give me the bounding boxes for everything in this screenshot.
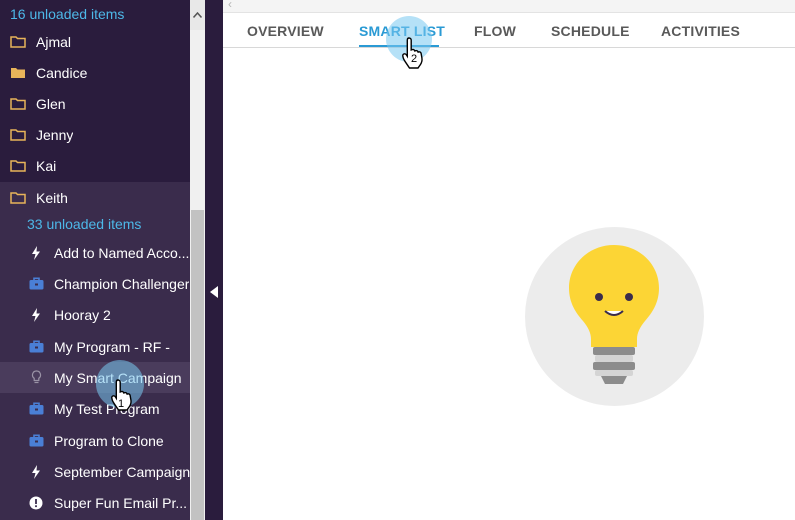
tab-activities[interactable]: ACTIVITIES	[661, 23, 740, 39]
folder-outline-icon	[8, 188, 28, 208]
folder-label: Kai	[36, 157, 57, 174]
tree-item[interactable]: September Campaign	[0, 456, 190, 487]
unloaded-items-label: 16 unloaded items	[10, 6, 125, 22]
briefcase-icon	[26, 399, 46, 419]
tab-schedule[interactable]: SCHEDULE	[551, 23, 630, 39]
folder-label: Glen	[36, 95, 66, 112]
cursor-step-number: 1	[118, 398, 125, 410]
bolt-icon	[26, 243, 46, 263]
folder-list: 16 unloaded items Ajmal Candice Glen Jen…	[0, 0, 190, 182]
briefcase-icon	[26, 337, 46, 357]
tree-item[interactable]: My Program - RF -	[0, 331, 190, 362]
tree-item-label: My Program - RF -	[54, 338, 170, 355]
folder-filled-icon	[8, 63, 28, 83]
alert-circle-icon	[26, 493, 46, 513]
caret-left-icon	[210, 286, 218, 298]
scroll-up-button[interactable]	[190, 0, 205, 30]
tree-item-label: Hooray 2	[54, 306, 111, 323]
folder-outline-icon	[8, 156, 28, 176]
tree-item-selected[interactable]: My Smart Campaign	[0, 362, 190, 393]
unloaded-items-label: 33 unloaded items	[27, 216, 142, 232]
folder-outline-icon	[8, 94, 28, 114]
bolt-icon	[26, 305, 46, 325]
top-strip: ‹	[223, 0, 795, 13]
folder-label: Ajmal	[36, 33, 72, 50]
tree-item[interactable]: My Test Program	[0, 393, 190, 424]
folder-jenny[interactable]: Jenny	[0, 119, 190, 150]
sidebar-tree: 16 unloaded items Ajmal Candice Glen Jen…	[0, 0, 190, 520]
tree-item-label: Program to Clone	[54, 432, 164, 449]
empty-state-illustration	[525, 227, 704, 406]
collapse-sidebar-button[interactable]	[207, 282, 221, 302]
tree-item[interactable]: Super Fun Email Pr...	[0, 487, 190, 518]
tree-item[interactable]: Hooray 2	[0, 299, 190, 330]
tree-item-label: Super Fun Email Pr...	[54, 494, 188, 511]
tree-item[interactable]: Add to Named Acco...	[0, 237, 190, 268]
folder-label: Keith	[36, 189, 68, 206]
tree-item-label: Champion Challenger	[54, 275, 190, 292]
tree-item-label: Add to Named Acco...	[54, 244, 190, 261]
folder-label: Jenny	[36, 126, 74, 143]
lightbulb-icon	[569, 245, 659, 384]
folder-ajmal[interactable]: Ajmal	[0, 26, 190, 57]
sidebar-collapse-bar[interactable]	[205, 0, 223, 520]
main-panel: ‹ OVERVIEW SMART LIST FLOW SCHEDULE ACTI…	[223, 0, 795, 520]
unloaded-items-sub[interactable]: 33 unloaded items	[0, 209, 190, 239]
folder-kai[interactable]: Kai	[0, 150, 190, 181]
tree-item[interactable]: Program to Clone	[0, 425, 190, 456]
lightbulb-icon	[26, 368, 46, 388]
tree-item-label: September Campaign	[54, 463, 190, 480]
briefcase-icon	[26, 274, 46, 294]
tab-flow[interactable]: FLOW	[474, 23, 516, 39]
unloaded-items-top[interactable]: 16 unloaded items	[0, 0, 190, 28]
folder-outline-icon	[8, 125, 28, 145]
bolt-icon	[26, 462, 46, 482]
folder-label: Candice	[36, 64, 88, 81]
chevron-left-icon[interactable]: ‹	[228, 0, 232, 11]
folder-outline-icon	[8, 32, 28, 52]
chevron-up-icon	[193, 12, 202, 18]
briefcase-icon	[26, 431, 46, 451]
tab-bar: OVERVIEW SMART LIST FLOW SCHEDULE ACTIVI…	[223, 13, 795, 48]
folder-candice[interactable]: Candice	[0, 57, 190, 88]
folder-glen[interactable]: Glen	[0, 88, 190, 119]
scrollbar-thumb[interactable]	[191, 210, 204, 520]
tree-item[interactable]: Champion Challenger	[0, 268, 190, 299]
cursor-step-number: 2	[411, 53, 418, 65]
tab-overview[interactable]: OVERVIEW	[247, 23, 324, 39]
